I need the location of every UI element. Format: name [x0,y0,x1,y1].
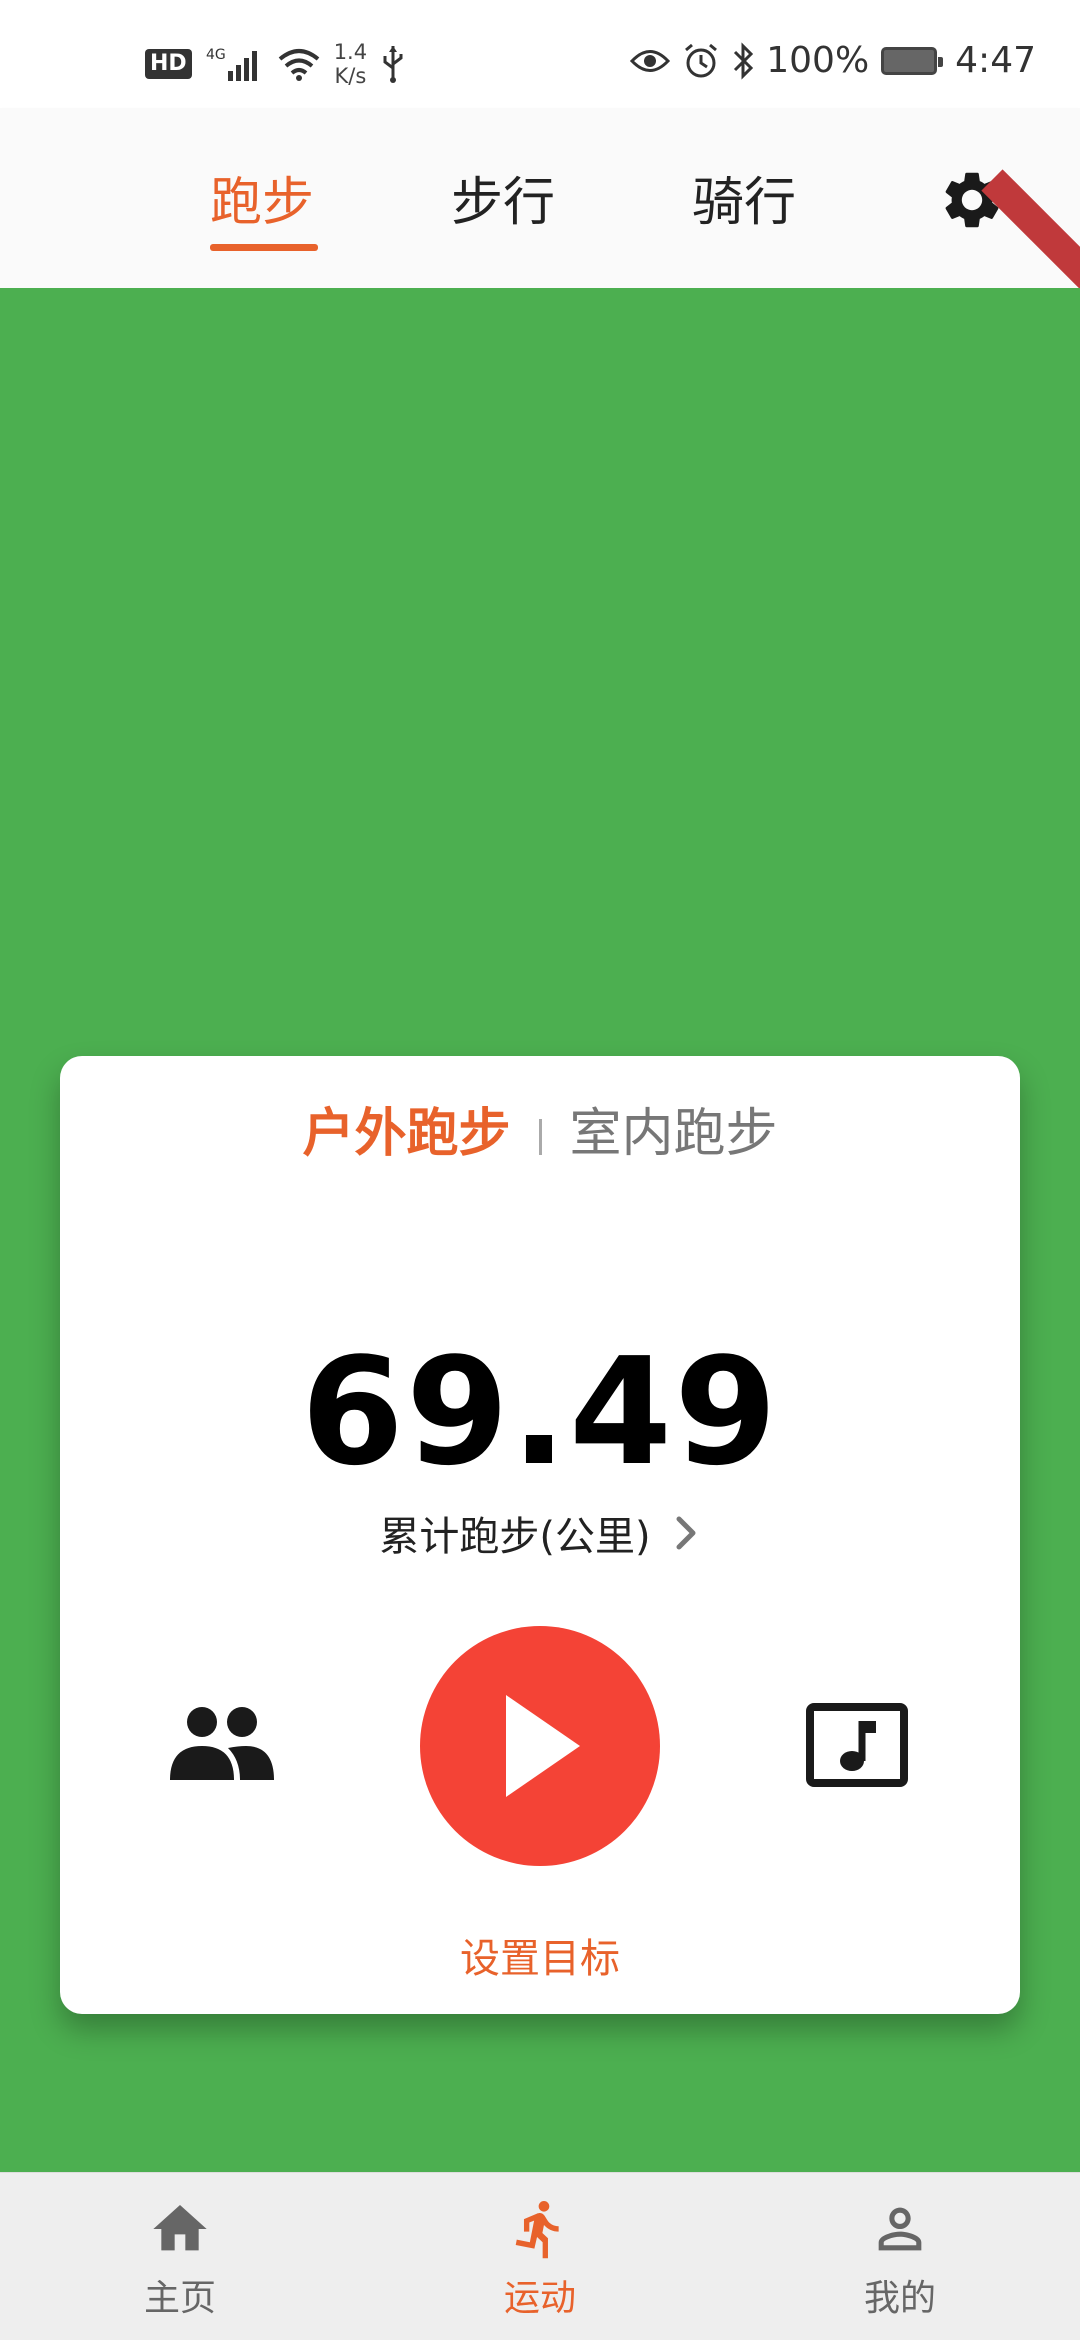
music-icon[interactable] [806,1703,908,1787]
battery-percent: 100% [766,40,870,81]
total-distance-value: 69.49 [300,1326,780,1498]
bluetooth-icon [734,41,754,80]
total-distance-link[interactable]: 累计跑步(公里) [60,1504,1020,1562]
net-speed: 1.4 K/s [334,40,367,88]
eye-icon [630,49,671,72]
clock: 4:47 [955,40,1036,81]
status-bar-left: HD 4G 1.4 K/s [145,40,405,88]
nav-home-label: 主页 [143,2278,216,2319]
status-bar: HD 4G 1.4 K/s 100% 4:47 [0,0,1080,108]
status-bar-right: 100% 4:47 [630,40,1036,81]
sport-type-tabs: 跑步 步行 骑行 [0,108,1080,297]
wifi-icon [278,49,319,81]
mode-divider [538,1119,542,1155]
run-mode-switch: 户外跑步 室内跑步 [60,1098,1020,1170]
play-icon [506,1695,580,1797]
run-control-card: 户外跑步 室内跑步 69.49 累计跑步(公里) 设置目标 [60,1056,1020,2014]
alarm-icon [685,43,718,77]
tab-cycling[interactable]: 骑行 [692,160,796,235]
nav-sport-label: 运动 [503,2278,576,2319]
net-type-label: 4G [206,47,226,63]
mode-indoor-running[interactable]: 室内跑步 [570,1104,778,1164]
bottom-navigation: 主页 运动 我的 [0,2172,1080,2340]
net-speed-value: 1.4 [333,40,368,64]
nav-me-label: 我的 [863,2278,936,2319]
nav-me[interactable]: 我的 [800,2197,1000,2321]
person-icon [878,2207,922,2251]
start-run-button[interactable] [420,1626,660,1866]
mode-outdoor-running[interactable]: 户外跑步 [302,1104,510,1164]
hd-badge: HD [145,49,192,79]
total-distance-label: 累计跑步(公里) [379,1514,651,1560]
tab-walking[interactable]: 步行 [451,160,555,235]
chevron-right-icon [676,1516,696,1550]
nav-home[interactable]: 主页 [80,2197,280,2321]
usb-icon [383,46,403,83]
battery-icon [881,46,944,75]
nav-sport[interactable]: 运动 [440,2197,640,2321]
home-icon [153,2205,207,2251]
set-goal-button[interactable]: 设置目标 [60,1926,1020,1984]
tab-running[interactable]: 跑步 [210,160,314,235]
group-icon[interactable] [168,1704,276,1784]
running-icon [515,2200,559,2259]
net-speed-unit: K/s [334,64,367,88]
signal-icon: 4G [206,47,257,81]
tab-active-indicator [210,244,318,251]
